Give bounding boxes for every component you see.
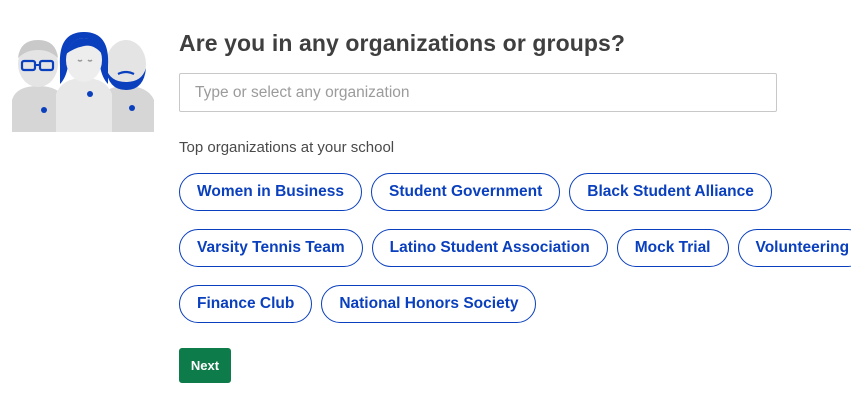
chip-row: Finance Club National Honors Society <box>179 285 839 323</box>
chip-row: Women in Business Student Government Bla… <box>179 173 839 211</box>
next-button[interactable]: Next <box>179 348 231 383</box>
chip-national-honors-society[interactable]: National Honors Society <box>321 285 537 323</box>
chip-volunteering[interactable]: Volunteering <box>737 229 851 267</box>
page-title: Are you in any organizations or groups? <box>179 30 626 56</box>
students-group-illustration <box>12 32 154 132</box>
chip-student-government[interactable]: Student Government <box>371 173 561 211</box>
chip-latino-student-association[interactable]: Latino Student Association <box>371 229 608 267</box>
organization-search-input[interactable] <box>179 73 777 112</box>
chip-row: Varsity Tennis Team Latino Student Assoc… <box>179 229 851 267</box>
person-woman-icon <box>56 32 112 132</box>
chip-mock-trial[interactable]: Mock Trial <box>616 229 729 267</box>
chip-varsity-tennis-team[interactable]: Varsity Tennis Team <box>179 229 363 267</box>
top-organizations-label: Top organizations at your school <box>179 139 395 156</box>
chip-finance-club[interactable]: Finance Club <box>179 285 313 323</box>
organization-chip-list: Women in Business Student Government Bla… <box>179 173 851 341</box>
chip-black-student-alliance[interactable]: Black Student Alliance <box>569 173 772 211</box>
chip-women-in-business[interactable]: Women in Business <box>179 173 362 211</box>
